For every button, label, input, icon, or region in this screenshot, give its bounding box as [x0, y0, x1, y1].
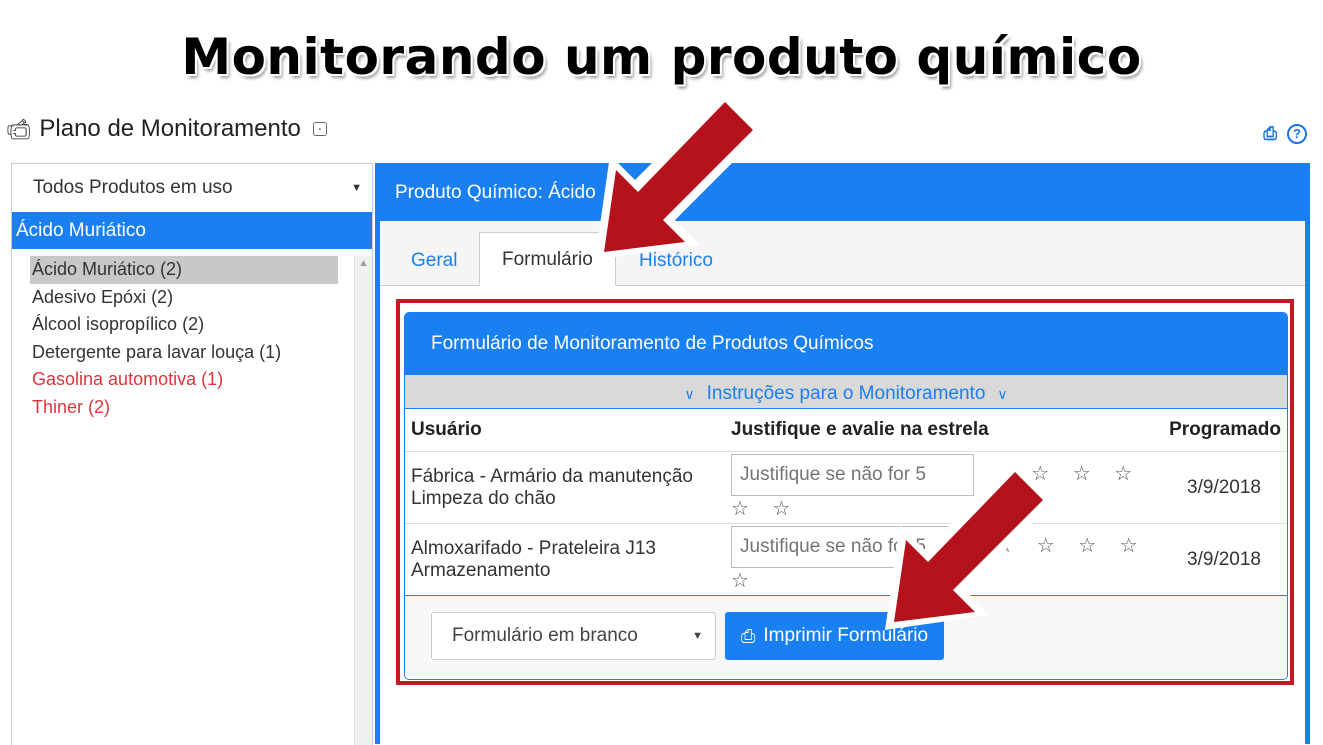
caret-down-icon: ▼: [692, 630, 703, 642]
justify-input[interactable]: [731, 454, 974, 496]
column-header-justify: Justifique e avalie na estrela: [725, 409, 1155, 452]
user-cell: Fábrica - Armário da manutenção Limpeza …: [405, 451, 725, 524]
help-icon[interactable]: ?: [1287, 124, 1307, 144]
list-item[interactable]: Álcool isopropílico (2): [12, 311, 354, 339]
caret-down-icon: ▼: [351, 182, 362, 194]
scheduled-date: 3/9/2018: [1155, 523, 1287, 596]
chevron-down-icon: ∨: [684, 386, 695, 402]
user-location: Almoxarifado - Prateleira J13: [411, 537, 656, 559]
main-body: Geral Formulário Histórico Formulário de…: [380, 221, 1305, 744]
app-header: 📹︎ Plano de Monitoramento ·: [6, 112, 327, 146]
list-item[interactable]: Adesivo Epóxi (2): [12, 284, 354, 312]
main-header: Produto Químico: Ácido: [395, 182, 596, 203]
chevron-down-icon: ∨: [997, 386, 1008, 402]
list-item[interactable]: Ácido Muriático (2): [30, 256, 338, 284]
justify-cell: ☆ ☆ ☆ ☆ ☆: [725, 523, 1155, 596]
table-row: Fábrica - Armário da manutenção Limpeza …: [405, 451, 1287, 524]
user-activity: Limpeza do chão: [411, 487, 556, 509]
camera-icon: 📹︎: [6, 118, 32, 141]
lock-icon[interactable]: ·: [312, 121, 327, 136]
column-header-user: Usuário: [405, 409, 725, 452]
scroll-up-icon[interactable]: ▲: [355, 258, 372, 269]
list-item[interactable]: Thiner (2): [12, 394, 354, 422]
product-list: Ácido Muriático (2) Adesivo Epóxi (2) Ál…: [12, 256, 354, 745]
justify-input[interactable]: [731, 526, 974, 568]
form-title: Formulário de Monitoramento de Produtos …: [405, 313, 1287, 375]
form-type-value: Formulário em branco: [452, 625, 638, 646]
tabs-bar: Geral Formulário Histórico: [380, 221, 1305, 286]
instructions-toggle[interactable]: ∨ Instruções para o Monitoramento ∨: [405, 375, 1287, 409]
tab-historico[interactable]: Histórico: [617, 234, 735, 286]
sidebar: Todos Produtos em uso ▼ Ácido Muriático …: [11, 163, 373, 745]
scrollbar[interactable]: ▲: [354, 256, 372, 745]
justify-cell: ☆ ☆ ☆ ☆ ☆: [725, 451, 1155, 524]
form-type-select[interactable]: Formulário em branco ▼: [431, 612, 716, 660]
user-cell: Almoxarifado - Prateleira J13 Armazename…: [405, 523, 725, 596]
list-item[interactable]: Detergente para lavar louça (1): [12, 339, 354, 367]
sidebar-selected-product: Ácido Muriático: [12, 212, 372, 249]
user-location: Fábrica - Armário da manutenção: [411, 465, 693, 487]
form-footer: Formulário em branco ▼ ⎙ Imprimir Formul…: [405, 596, 1287, 676]
user-activity: Armazenamento: [411, 559, 551, 581]
tab-formulario[interactable]: Formulário: [479, 232, 616, 286]
printer-icon[interactable]: ⎙: [1263, 124, 1277, 144]
list-item[interactable]: Gasolina automotiva (1): [12, 366, 354, 394]
form-card: Formulário de Monitoramento de Produtos …: [404, 312, 1288, 680]
column-header-scheduled: Programado: [1155, 409, 1287, 452]
monitoring-table: Usuário Justifique e avalie na estrela P…: [405, 409, 1287, 596]
scheduled-date: 3/9/2018: [1155, 451, 1287, 524]
tab-geral[interactable]: Geral: [389, 234, 479, 286]
main-panel: Produto Químico: Ácido Geral Formulário …: [375, 163, 1310, 744]
print-form-button[interactable]: ⎙ Imprimir Formulário: [725, 612, 945, 660]
printer-icon: ⎙: [741, 625, 756, 646]
product-filter-value: Todos Produtos em uso: [33, 177, 233, 198]
instructions-label: Instruções para o Monitoramento: [706, 383, 986, 404]
table-row: Almoxarifado - Prateleira J13 Armazename…: [405, 523, 1287, 596]
product-filter-select[interactable]: Todos Produtos em uso ▼: [12, 164, 372, 213]
top-tools: ⎙ ?: [1263, 124, 1307, 144]
page-title: Plano de Monitoramento: [39, 115, 301, 142]
print-form-label: Imprimir Formulário: [763, 625, 929, 646]
slide-title: Monitorando um produto químico: [181, 28, 1142, 86]
